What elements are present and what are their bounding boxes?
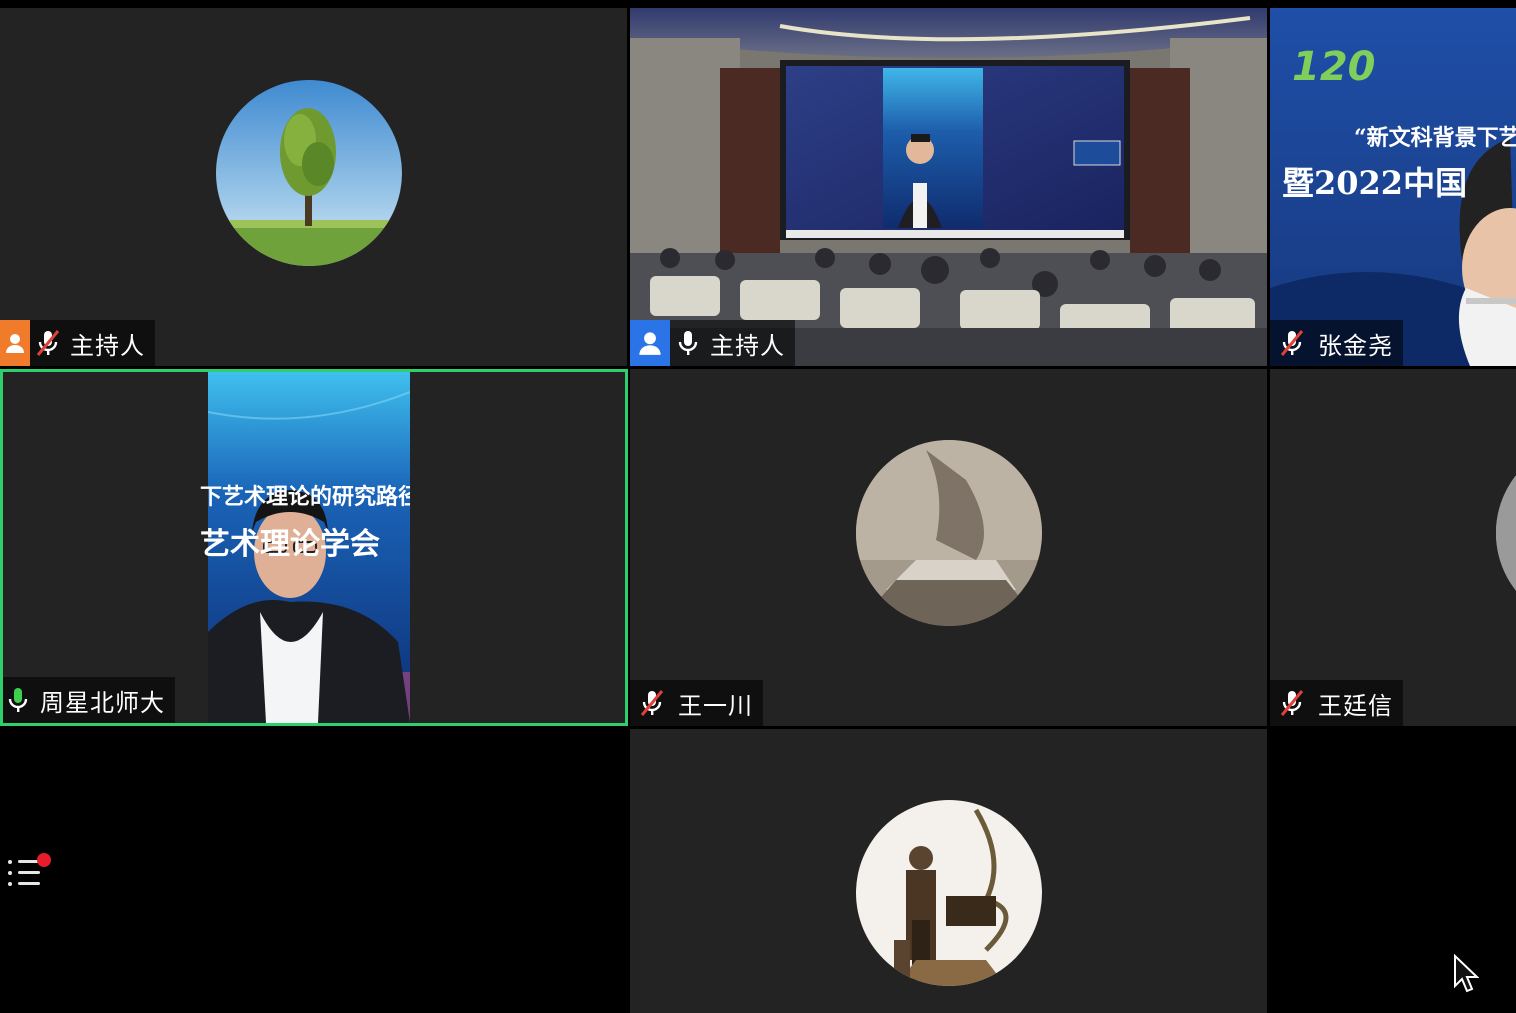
participant-nameplate: 张金尧 [1270,320,1403,366]
mic-off-icon [1270,320,1314,366]
participant-name: 周星北师大 [40,688,165,717]
participant-avatar [856,800,1042,986]
speaker-background-text-line2: 艺术理论学会 [200,527,380,562]
participant-nameplate: 王一川 [630,680,763,726]
participant-name: 王廷信 [1318,691,1393,720]
video-tile-active-speaker[interactable]: 下艺术理论的研究路径 艺术理论学会 周星北师大 [0,369,628,726]
mic-off-icon [1270,680,1314,726]
video-tile[interactable] [630,729,1267,1013]
speaker-background-text-line1: 下艺术理论的研究路径 [200,484,410,510]
participant-name: 张金尧 [1318,331,1393,360]
participant-name: 主持人 [70,331,145,360]
mic-off-icon [630,680,674,726]
mic-icon [670,320,706,366]
participant-avatar [1496,440,1516,626]
video-tile[interactable]: 王一川 [630,369,1267,726]
mic-off-icon [30,320,66,366]
host-person-icon [0,320,30,366]
participant-nameplate: 主持人 [0,320,155,366]
host-person-icon [630,320,670,366]
participant-avatar [856,440,1042,626]
video-tile[interactable]: 王廷信 [1270,369,1516,726]
empty-tile [0,729,627,1013]
participant-avatar [216,80,402,266]
participant-nameplate: 周星北师大 [0,677,175,723]
mic-speaking-icon [0,677,36,723]
video-tile[interactable]: 主持人 [0,8,627,366]
video-tile[interactable]: 主持人 [630,8,1267,366]
participant-name: 王一川 [678,691,753,720]
slide-title-line1: “新文科背景下艺 [1354,125,1516,151]
conference-room-video [630,8,1267,366]
list-icon [8,853,51,886]
participant-nameplate: 主持人 [630,320,795,366]
meeting-gallery: 主持人 主持人 120 “新文科背景下艺 暨2022中国 张金尧 下艺术理论的研… [0,0,1516,1013]
participant-name: 主持人 [710,331,785,360]
mouse-pointer-icon [1454,954,1479,993]
notification-dot [37,853,51,867]
slide-title-line2: 暨2022中国 [1282,164,1468,202]
participant-nameplate: 王廷信 [1270,680,1403,726]
participants-menu-button[interactable] [6,852,56,894]
empty-tile [1270,729,1516,1013]
video-tile[interactable]: 120 “新文科背景下艺 暨2022中国 张金尧 [1270,8,1516,366]
svg-text:120: 120 [1292,44,1376,90]
